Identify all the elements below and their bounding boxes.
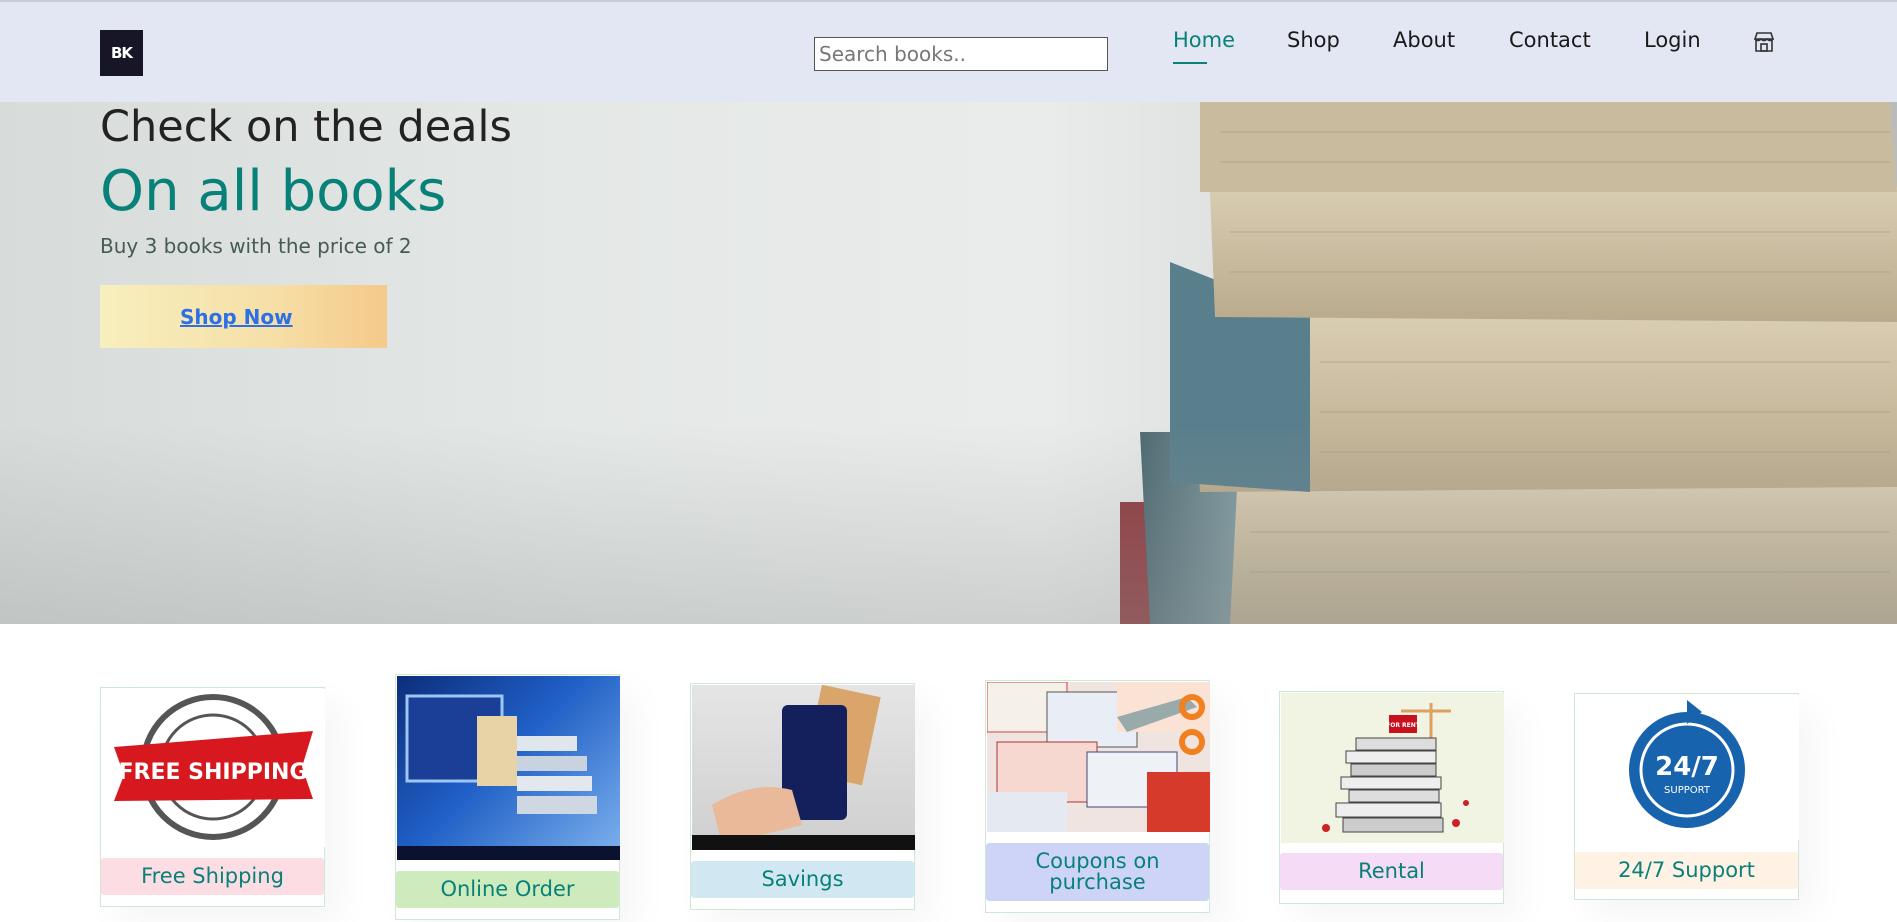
shop-now-button[interactable]: Shop Now (100, 285, 387, 348)
hero-banner: Check on the deals On all books Buy 3 bo… (0, 102, 1897, 624)
feature-label: Coupons on purchase (986, 843, 1209, 901)
nav-shop[interactable]: Shop (1287, 28, 1340, 68)
feature-label: Free Shipping (101, 858, 324, 895)
feature-card-online-order[interactable]: Online Order (395, 674, 620, 920)
feature-card-savings[interactable]: Savings (690, 683, 915, 910)
search-input[interactable] (814, 37, 1108, 71)
logo[interactable]: BK (100, 30, 143, 76)
shopping-bag-icon[interactable] (1752, 30, 1776, 54)
svg-text:24/7: 24/7 (1655, 752, 1719, 782)
feature-label: Rental (1280, 853, 1503, 890)
feature-card-rental[interactable]: FOR RENT Rental (1279, 691, 1504, 904)
nav-login[interactable]: Login (1644, 28, 1701, 68)
online-order-image (397, 676, 620, 860)
feature-card-coupons[interactable]: Coupons on purchase (985, 680, 1210, 913)
feature-card-support[interactable]: 24/7 SUPPORT 24/7 Support (1574, 693, 1799, 900)
hero-subtitle: Buy 3 books with the price of 2 (100, 234, 412, 258)
site-header: BK Home Shop About Contact Login (0, 0, 1897, 102)
logo-text: BK (110, 44, 133, 62)
feature-card-free-shipping[interactable]: FREE SHIPPING Free Shipping (100, 687, 325, 907)
free-shipping-image: FREE SHIPPING (102, 689, 325, 847)
hero-title-line1: Check on the deals (100, 102, 512, 152)
hero-title-line2: On all books (100, 159, 447, 224)
feature-label: 24/7 Support (1575, 852, 1798, 889)
support-image: 24/7 SUPPORT (1576, 695, 1799, 840)
nav-about[interactable]: About (1393, 28, 1455, 68)
free-shipping-image-text: FREE SHIPPING (118, 760, 307, 785)
rental-image: FOR RENT (1281, 693, 1504, 843)
nav-home[interactable]: Home (1173, 28, 1235, 68)
feature-label: Savings (691, 861, 914, 898)
savings-image (692, 685, 915, 850)
rental-image-text: FOR RENT (1386, 722, 1421, 729)
svg-text:SUPPORT: SUPPORT (1664, 785, 1711, 796)
nav-contact[interactable]: Contact (1509, 28, 1591, 68)
coupons-image (987, 682, 1210, 832)
feature-label: Online Order (396, 871, 619, 908)
